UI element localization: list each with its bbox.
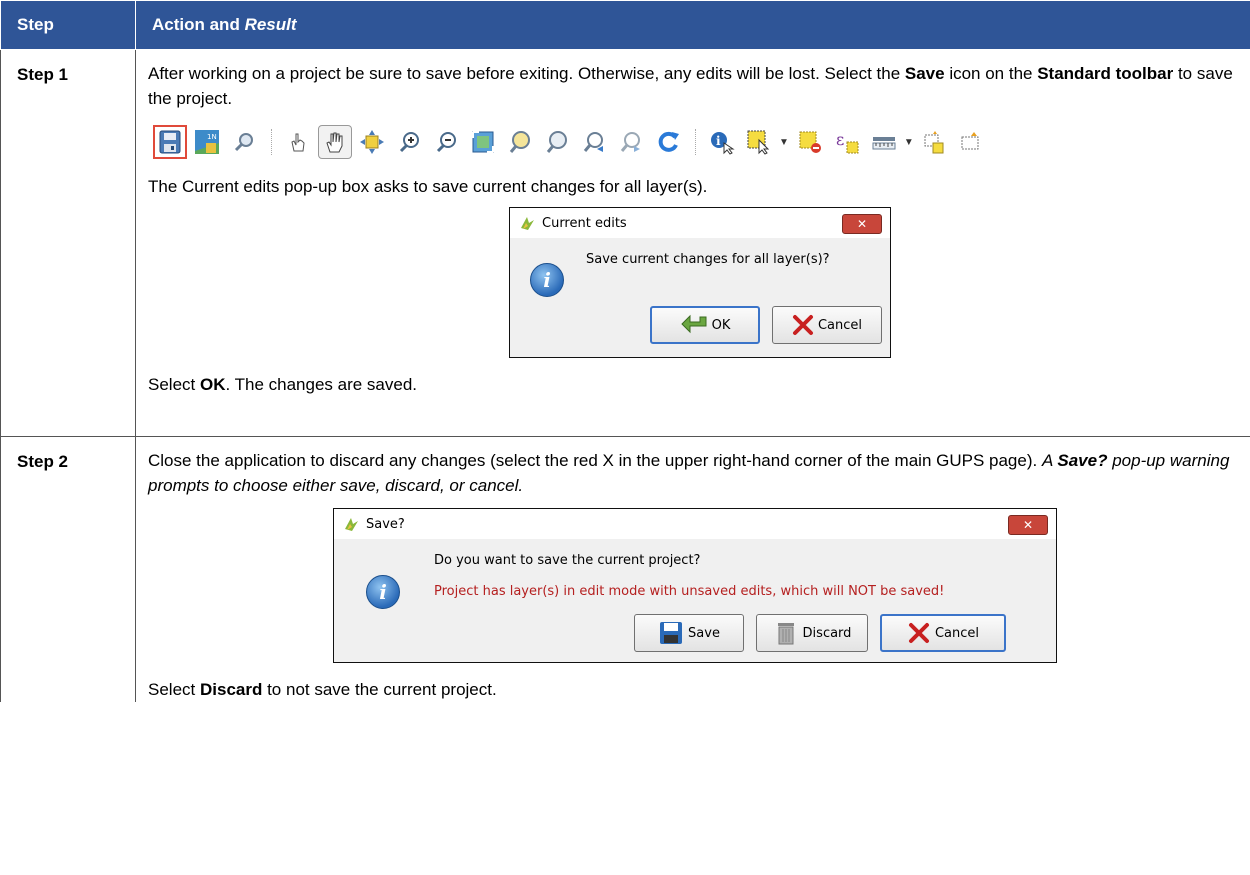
instruction-text: After working on a project be sure to sa… (148, 64, 1233, 108)
zoom-out-icon[interactable] (429, 125, 463, 159)
header-action: Action and Result (135, 0, 1250, 50)
save-label: Save (688, 625, 720, 641)
select-features-icon[interactable] (742, 125, 776, 159)
step-label: Step 2 (0, 436, 136, 702)
dialog-message: Save current changes for all layer(s)? (586, 252, 830, 267)
step-label: Step 1 (0, 49, 136, 437)
zoom-to-selection-icon[interactable] (503, 125, 537, 159)
qgis-logo-icon (345, 518, 358, 531)
instruction-text: Select Discard to not save the current p… (148, 680, 497, 699)
step-content: After working on a project be sure to sa… (135, 49, 1250, 437)
toolbar-separator (695, 129, 698, 155)
pan-to-selection-icon[interactable] (355, 125, 389, 159)
table-header-row: Step Action and Result (0, 0, 1250, 50)
dialog-title: Current edits (542, 215, 627, 231)
close-button[interactable]: ✕ (1008, 515, 1048, 535)
close-button[interactable]: ✕ (842, 214, 882, 234)
measure-line-icon[interactable] (867, 125, 901, 159)
instruction-text: Select OK. The changes are saved. (148, 375, 418, 394)
discard-button[interactable]: Discard (756, 614, 868, 652)
touch-zoom-pan-icon[interactable] (281, 125, 315, 159)
chevron-down-icon[interactable]: ▼ (779, 130, 789, 155)
floppy-save-icon (660, 622, 683, 644)
zoom-in-icon[interactable] (392, 125, 426, 159)
cancel-button[interactable]: Cancel (772, 306, 882, 344)
ok-label: OK (711, 317, 731, 333)
header-step: Step (0, 0, 136, 50)
chevron-down-icon[interactable]: ▼ (904, 130, 914, 155)
cancel-label: Cancel (817, 317, 863, 333)
discard-label: Discard (802, 625, 852, 641)
trash-icon (777, 623, 794, 645)
current-edits-dialog: Current edits ✕ i Save current changes f… (509, 207, 891, 358)
info-icon: i (366, 575, 400, 609)
svg-text:i: i (716, 134, 721, 148)
standard-toolbar: 1N i ▼ ε ▼ (153, 122, 1250, 162)
table-row: Step 2 Close the application to discard … (0, 436, 1250, 702)
zoom-next-icon[interactable] (614, 125, 648, 159)
save-dialog: Save? ✕ i Do you want to save the curren… (333, 508, 1057, 663)
save-button[interactable]: Save (634, 614, 744, 652)
zoom-to-layer-icon[interactable] (540, 125, 574, 159)
zoom-last-icon[interactable] (577, 125, 611, 159)
svg-text:1N: 1N (207, 133, 217, 141)
cancel-x-icon (908, 623, 929, 643)
zoom-full-icon[interactable] (466, 125, 500, 159)
composer-manager-icon[interactable] (227, 125, 261, 159)
new-annotation-icon[interactable] (918, 125, 952, 159)
dialog-titlebar: Save? ✕ (334, 509, 1056, 539)
cancel-x-icon (792, 315, 813, 335)
deselect-all-icon[interactable] (793, 125, 827, 159)
select-by-expression-icon[interactable]: ε (830, 125, 864, 159)
qgis-logo-icon (521, 217, 534, 230)
identify-features-icon[interactable]: i (705, 125, 739, 159)
dialog-titlebar: Current edits ✕ (510, 208, 890, 238)
steps-table: Step Action and Result Step 1 After work… (0, 0, 1250, 702)
info-icon: i (530, 263, 564, 297)
cancel-label: Cancel (934, 625, 980, 641)
toolbar-separator (271, 129, 274, 155)
table-row: Step 1 After working on a project be sur… (0, 49, 1250, 437)
dialog-body: i Do you want to save the current projec… (334, 539, 1056, 662)
pan-map-icon[interactable] (318, 125, 352, 159)
refresh-icon[interactable] (651, 125, 685, 159)
text-annotation-icon[interactable] (955, 125, 989, 159)
svg-text:ε: ε (836, 130, 844, 149)
save-project-icon[interactable] (153, 125, 187, 159)
dialog-title: Save? (366, 516, 405, 532)
step-content: Close the application to discard any cha… (135, 436, 1250, 702)
dialog-message: Do you want to save the current project? (434, 553, 701, 568)
new-print-layout-icon[interactable]: 1N (190, 125, 224, 159)
instruction-text: Close the application to discard any cha… (148, 451, 1230, 495)
popup-description: The Current edits pop-up box asks to sav… (148, 177, 708, 196)
cancel-button[interactable]: Cancel (880, 614, 1006, 652)
ok-arrow-icon (680, 314, 707, 334)
dialog-warning: Project has layer(s) in edit mode with u… (434, 584, 945, 599)
ok-button[interactable]: OK (650, 306, 760, 344)
dialog-body: i Save current changes for all layer(s)?… (510, 238, 890, 357)
